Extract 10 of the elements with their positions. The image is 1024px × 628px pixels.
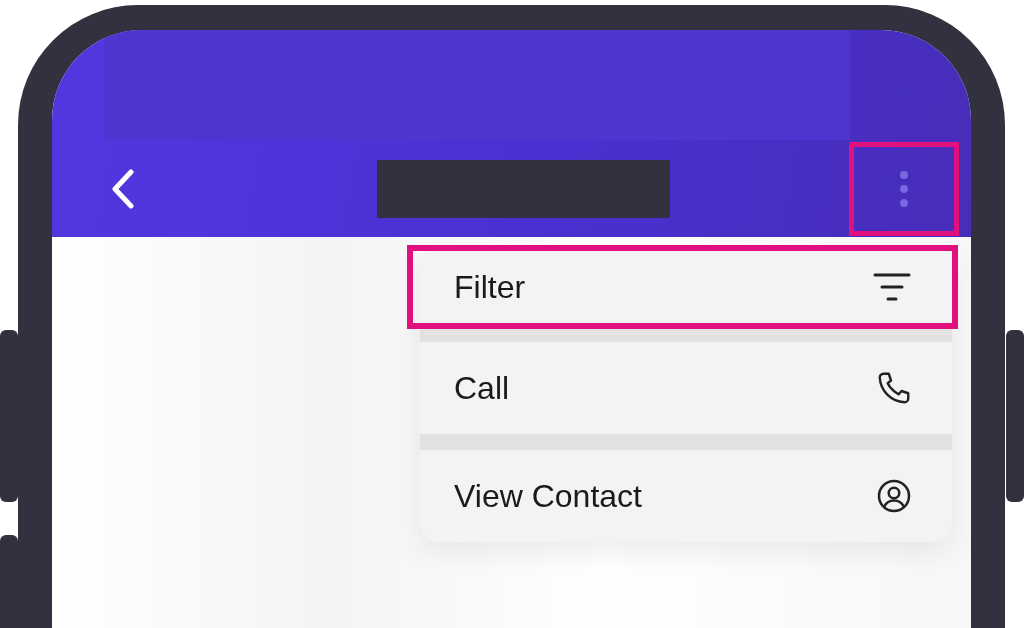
- back-chevron-icon: [110, 168, 136, 209]
- menu-item[interactable]: Call: [420, 342, 952, 434]
- menu-item-label: View Contact: [454, 477, 642, 515]
- menu-item[interactable]: View Contact: [420, 450, 952, 542]
- menu-item[interactable]: Filter: [410, 248, 955, 326]
- phone-icon: [876, 370, 912, 406]
- more-vertical-icon: [899, 168, 909, 209]
- menu-item-label: Call: [454, 369, 510, 407]
- menu-item-label: Filter: [454, 268, 526, 306]
- person-circle-icon: [876, 478, 912, 514]
